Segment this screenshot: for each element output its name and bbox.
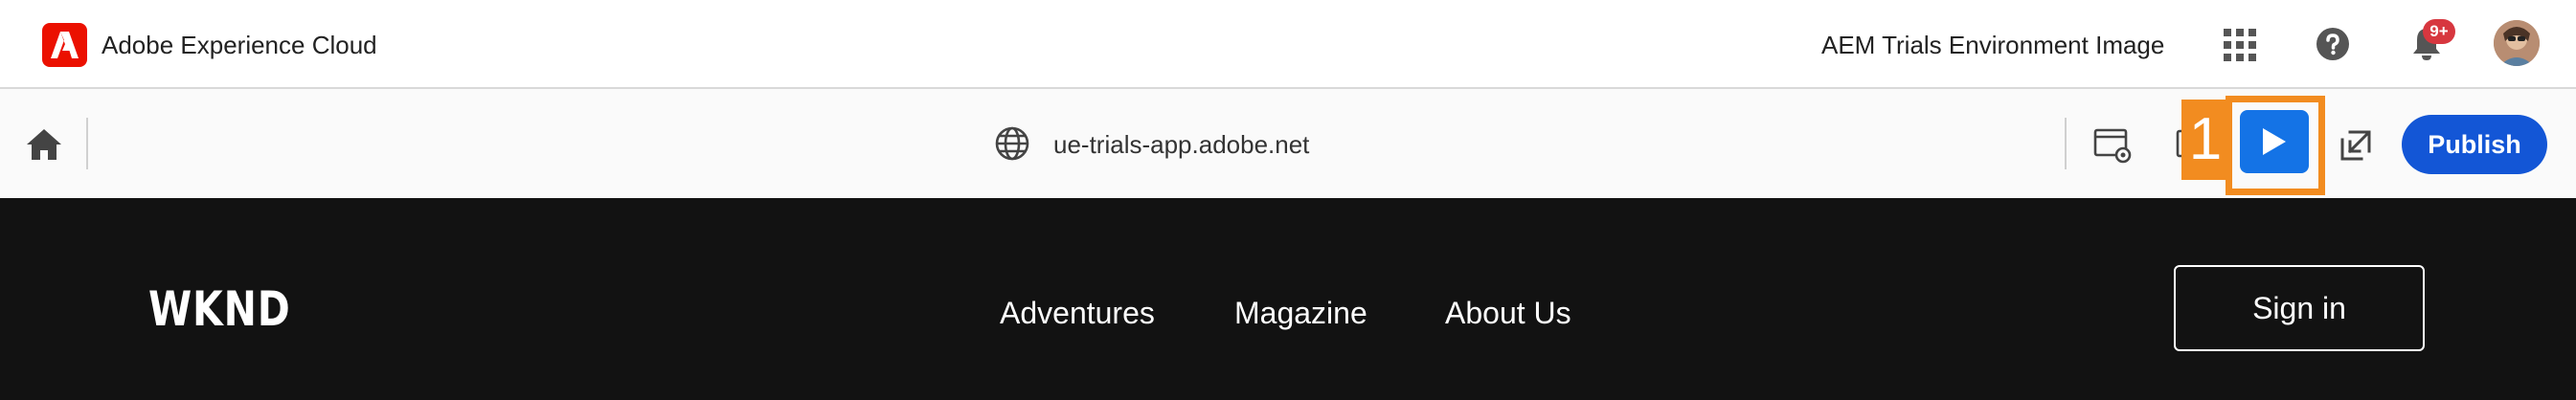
page-properties-icon[interactable]: [2093, 127, 2134, 164]
play-icon: [2263, 128, 2286, 155]
home-icon[interactable]: [25, 127, 63, 162]
nav-link-magazine[interactable]: Magazine: [1234, 294, 1367, 332]
publish-button[interactable]: Publish: [2402, 115, 2547, 174]
shell-header: Adobe Experience Cloud AEM Trials Enviro…: [0, 0, 2576, 89]
step-callout-number: 1: [2181, 100, 2229, 180]
app-title: Adobe Experience Cloud: [102, 31, 377, 59]
page-url[interactable]: ue-trials-app.adobe.net: [1053, 129, 1309, 160]
user-avatar[interactable]: [2494, 20, 2540, 66]
toolbar-divider: [2065, 118, 2067, 169]
open-in-new-window-icon[interactable]: [2337, 126, 2375, 165]
site-header: WKND Adventures Magazine About Us Sign i…: [0, 198, 2576, 400]
app-grid-icon[interactable]: [2224, 29, 2256, 61]
toolbar-divider: [86, 118, 88, 169]
help-icon[interactable]: [2316, 27, 2350, 61]
adobe-logo-icon[interactable]: [42, 23, 87, 67]
preview-button[interactable]: [2240, 110, 2309, 173]
org-switcher[interactable]: AEM Trials Environment Image: [1821, 30, 2164, 60]
wknd-logo[interactable]: WKND: [148, 280, 291, 338]
globe-icon: [994, 125, 1030, 162]
notification-count-badge: 9+: [2423, 19, 2455, 44]
sign-in-button[interactable]: Sign in: [2174, 265, 2425, 351]
nav-link-adventures[interactable]: Adventures: [1000, 294, 1155, 332]
nav-link-about-us[interactable]: About Us: [1445, 294, 1571, 332]
